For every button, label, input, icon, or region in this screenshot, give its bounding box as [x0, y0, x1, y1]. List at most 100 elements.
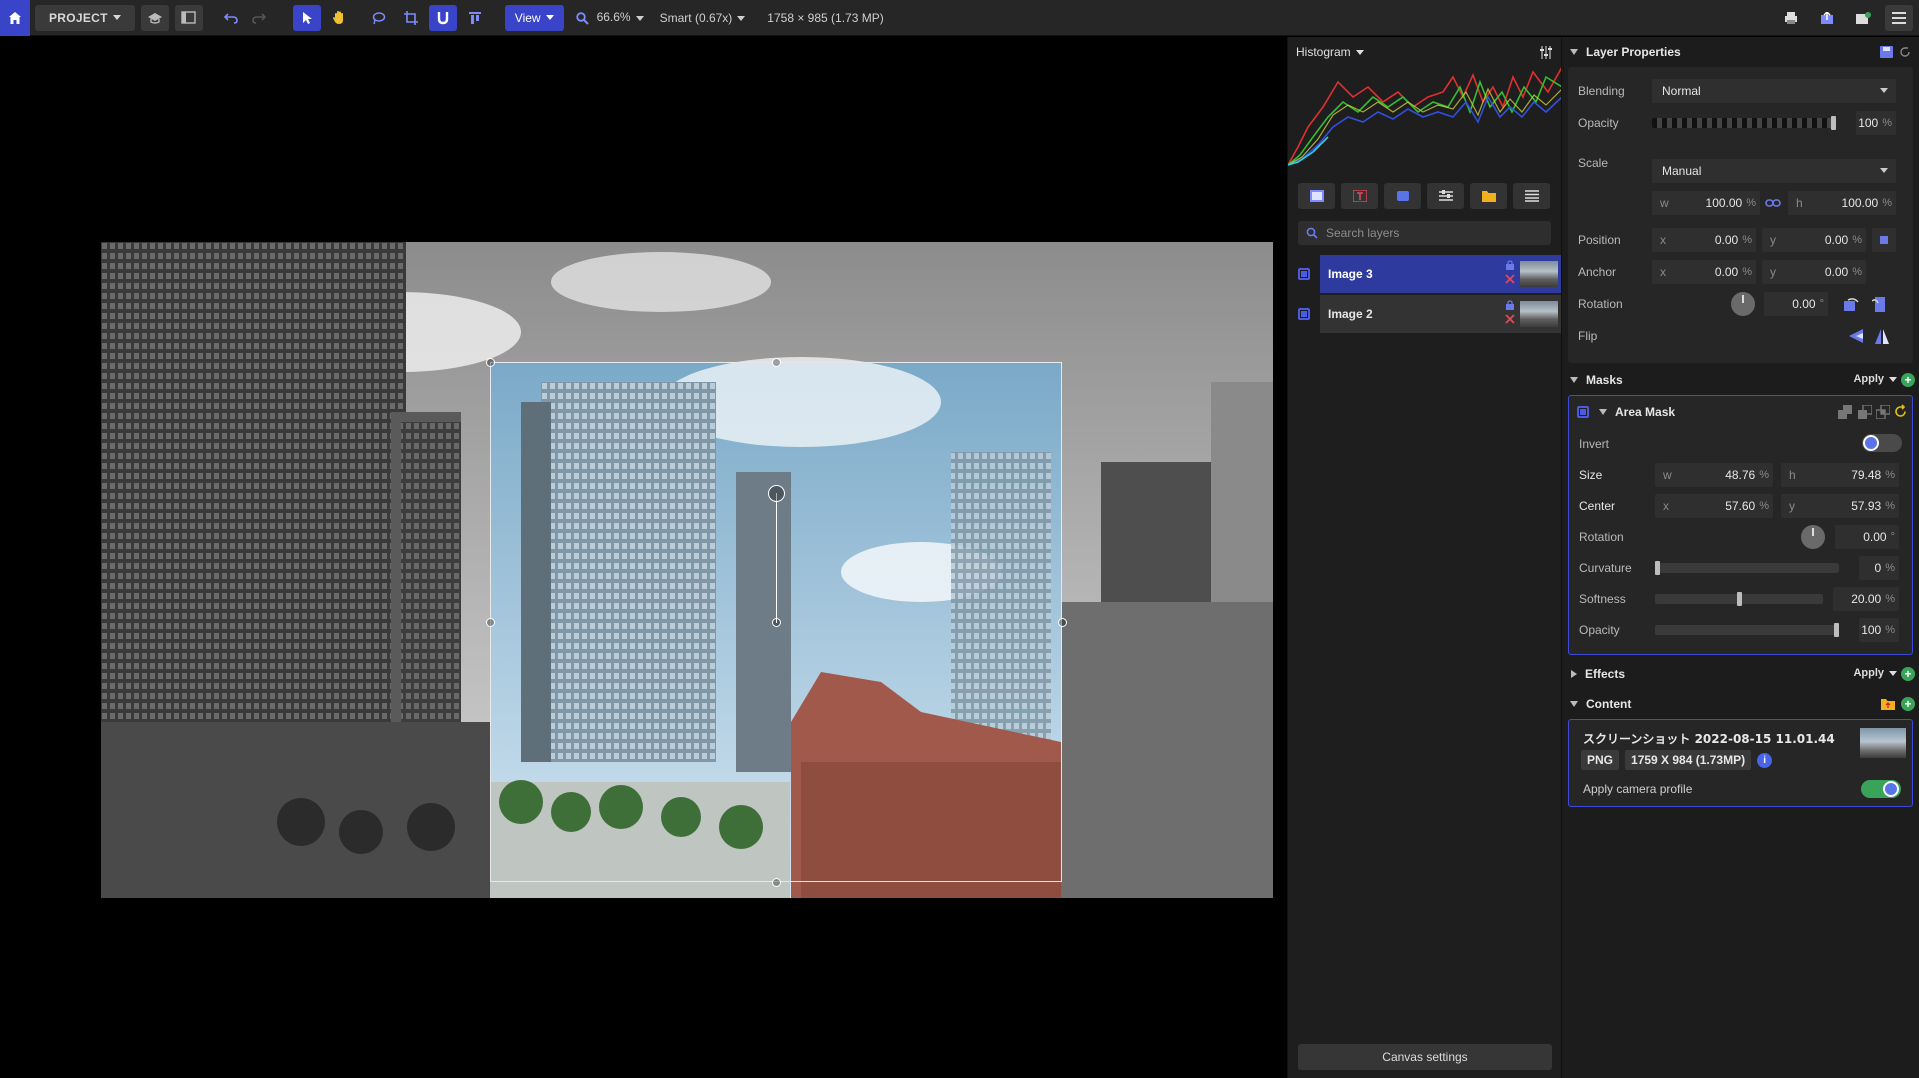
- mask-opacity-knob[interactable]: [1834, 623, 1839, 637]
- softness-knob[interactable]: [1737, 592, 1742, 606]
- opacity-input[interactable]: 100%: [1856, 111, 1896, 135]
- scale-w-input[interactable]: w 100.00%: [1652, 191, 1760, 215]
- mask-handle-top-left[interactable]: [486, 358, 495, 367]
- curvature-knob[interactable]: [1655, 561, 1660, 575]
- mask-handle-bottom[interactable]: [772, 878, 781, 887]
- position-x-input[interactable]: x 0.00%: [1652, 228, 1756, 252]
- add-mask-icon[interactable]: +: [1901, 373, 1915, 387]
- scale-select[interactable]: Manual: [1652, 159, 1896, 183]
- smart-scale-dropdown[interactable]: Smart (0.67x): [660, 11, 746, 25]
- softness-slider[interactable]: [1655, 592, 1823, 606]
- mask-refresh-icon[interactable]: [1893, 404, 1908, 419]
- reset-icon[interactable]: [1899, 46, 1911, 58]
- panel-toggle-button[interactable]: [1885, 5, 1913, 31]
- flip-horizontal-icon[interactable]: [1875, 329, 1889, 344]
- home-button[interactable]: [0, 0, 30, 36]
- add-image-layer-button[interactable]: [1298, 183, 1335, 209]
- area-mask-enable-checkbox[interactable]: [1577, 406, 1589, 418]
- canvas-area[interactable]: [0, 37, 1287, 1078]
- layer-row[interactable]: Image 2: [1288, 295, 1561, 333]
- save-preset-icon[interactable]: [1880, 46, 1893, 58]
- align-top-button[interactable]: [461, 5, 489, 31]
- center-y-input[interactable]: y 57.93%: [1781, 494, 1899, 518]
- sliders-icon[interactable]: [1539, 45, 1553, 59]
- flip-vertical-icon[interactable]: [1848, 329, 1864, 343]
- layer-properties-header[interactable]: Layer Properties: [1562, 37, 1919, 67]
- mask-handle-right[interactable]: [1058, 618, 1067, 627]
- sidebar-toggle-button[interactable]: [174, 4, 203, 31]
- invert-toggle[interactable]: [1862, 434, 1902, 452]
- add-content-icon[interactable]: +: [1901, 697, 1915, 711]
- opacity-slider[interactable]: [1652, 116, 1836, 130]
- view-menu-button[interactable]: View: [504, 4, 564, 31]
- histogram-dropdown[interactable]: Histogram: [1296, 45, 1364, 59]
- mask-add-mode-icon[interactable]: [1838, 405, 1852, 419]
- scissors-icon[interactable]: [1504, 273, 1516, 285]
- mask-handle-top[interactable]: [772, 358, 781, 367]
- layer-row[interactable]: Image 3: [1288, 255, 1561, 293]
- canvas-settings-button[interactable]: Canvas settings: [1298, 1044, 1552, 1070]
- layers-menu-button[interactable]: [1513, 183, 1550, 209]
- layer-visibility-checkbox[interactable]: [1298, 308, 1310, 320]
- print-button[interactable]: [1777, 5, 1805, 31]
- size-w-input[interactable]: w 48.76%: [1655, 463, 1773, 487]
- select-tool-button[interactable]: [292, 4, 321, 31]
- mask-intersect-mode-icon[interactable]: [1876, 405, 1890, 419]
- anchor-x-input[interactable]: x 0.00%: [1652, 260, 1756, 284]
- add-shape-layer-button[interactable]: [1384, 183, 1421, 209]
- content-header[interactable]: Content +: [1562, 689, 1919, 719]
- blending-select[interactable]: Normal: [1652, 79, 1896, 103]
- curvature-input[interactable]: 0%: [1859, 556, 1899, 580]
- mask-subtract-mode-icon[interactable]: [1858, 405, 1872, 419]
- area-mask-header[interactable]: Area Mask: [1577, 400, 1675, 424]
- mask-rotation-input[interactable]: 0.00 °: [1835, 525, 1899, 549]
- add-effect-icon[interactable]: +: [1901, 667, 1915, 681]
- replace-folder-icon[interactable]: [1881, 698, 1895, 710]
- scale-h-input[interactable]: h 100.00%: [1788, 191, 1896, 215]
- add-image-button[interactable]: [1849, 5, 1877, 31]
- add-adjustment-layer-button[interactable]: [1427, 183, 1464, 209]
- zoom-dropdown[interactable]: 66.6%: [575, 10, 644, 25]
- export-button[interactable]: [1813, 5, 1841, 31]
- info-icon[interactable]: i: [1757, 753, 1773, 769]
- rotation-dial[interactable]: [1731, 292, 1755, 316]
- add-group-button[interactable]: [1470, 183, 1507, 209]
- camera-profile-toggle[interactable]: [1861, 780, 1901, 798]
- effects-apply-dropdown[interactable]: Apply: [1853, 667, 1897, 679]
- link-chain-icon[interactable]: [1765, 198, 1781, 208]
- opacity-slider-knob[interactable]: [1831, 116, 1836, 130]
- effects-header[interactable]: Effects Apply +: [1562, 659, 1919, 689]
- curvature-slider[interactable]: [1655, 561, 1839, 575]
- mask-opacity-slider[interactable]: [1655, 623, 1839, 637]
- center-x-input[interactable]: x 57.60%: [1655, 494, 1773, 518]
- softness-input[interactable]: 20.00%: [1833, 587, 1899, 611]
- scissors-icon[interactable]: [1504, 313, 1516, 325]
- position-y-input[interactable]: y 0.00%: [1762, 228, 1866, 252]
- size-h-input[interactable]: h 79.48%: [1781, 463, 1899, 487]
- hand-tool-button[interactable]: [325, 5, 353, 31]
- rotate-right-icon[interactable]: [1872, 297, 1886, 312]
- mask-rotation-dial[interactable]: [1801, 525, 1825, 549]
- layers-search-input[interactable]: Search layers: [1298, 221, 1551, 245]
- mask-rotation-handle[interactable]: [768, 485, 785, 502]
- position-anchor-button[interactable]: [1872, 228, 1896, 252]
- lock-icon[interactable]: [1504, 300, 1516, 310]
- magnet-snap-button[interactable]: [428, 4, 457, 31]
- lasso-tool-button[interactable]: [365, 5, 393, 31]
- anchor-y-input[interactable]: y 0.00%: [1762, 260, 1866, 284]
- masks-header[interactable]: Masks Apply +: [1562, 365, 1919, 395]
- rotation-input[interactable]: 0.00 °: [1764, 292, 1828, 316]
- graduation-cap-button[interactable]: [140, 4, 169, 31]
- rotate-left-icon[interactable]: [1844, 297, 1860, 311]
- masks-apply-dropdown[interactable]: Apply: [1853, 373, 1897, 385]
- layer-visibility-checkbox[interactable]: [1298, 268, 1310, 280]
- redo-button[interactable]: [245, 5, 273, 31]
- project-menu-button[interactable]: PROJECT: [35, 4, 135, 31]
- undo-button[interactable]: [217, 5, 245, 31]
- crop-tool-button[interactable]: [397, 5, 425, 31]
- add-text-layer-button[interactable]: [1341, 183, 1378, 209]
- area-mask-frame[interactable]: [486, 358, 1067, 887]
- lock-icon[interactable]: [1504, 260, 1516, 270]
- mask-opacity-input[interactable]: 100%: [1859, 618, 1899, 642]
- mask-handle-left[interactable]: [486, 618, 495, 627]
